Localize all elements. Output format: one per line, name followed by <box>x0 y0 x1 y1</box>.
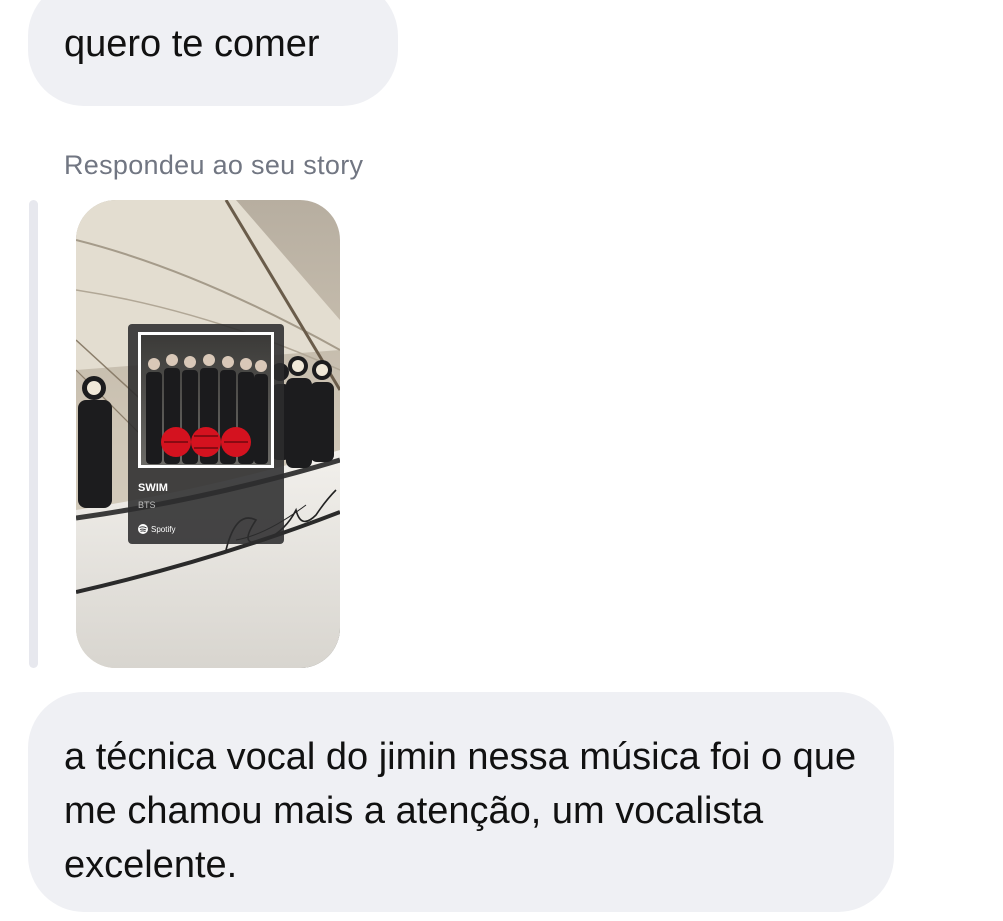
story-image: SWIM BTS Spotify <box>76 200 340 668</box>
song-artist: BTS <box>138 500 156 510</box>
reply-indicator-bar <box>29 200 38 668</box>
song-title: SWIM <box>138 482 168 494</box>
music-sticker[interactable]: SWIM BTS Spotify <box>128 324 284 544</box>
spotify-label: Spotify <box>151 525 175 534</box>
message-text: a técnica vocal do jimin nessa música fo… <box>64 736 857 886</box>
story-reply-label: Respondeu ao seu story <box>64 150 364 180</box>
message-text: quero te comer <box>64 23 320 65</box>
message-bubble-bottom[interactable]: a técnica vocal do jimin nessa música fo… <box>28 692 894 912</box>
story-preview[interactable]: SWIM BTS Spotify <box>76 200 340 668</box>
message-bubble-top[interactable]: quero te comer <box>28 0 398 106</box>
